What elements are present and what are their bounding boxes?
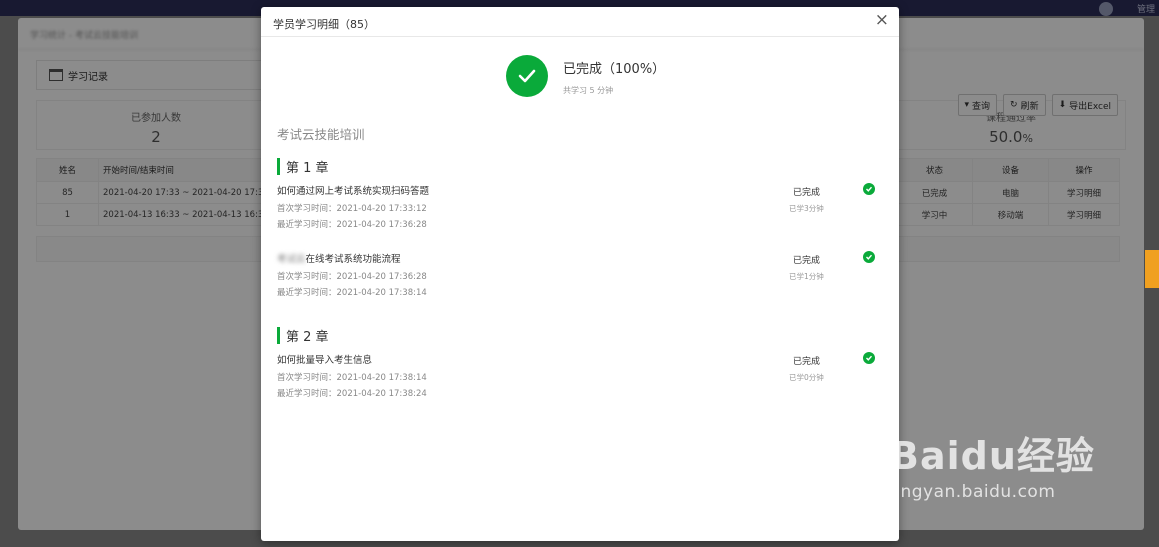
last-study-time: 最近学习时间：2021-04-20 17:36:28 (277, 220, 427, 230)
check-icon (863, 251, 875, 263)
first-study-time: 首次学习时间：2021-04-20 17:33:12 (277, 204, 427, 214)
last-study-time: 最近学习时间：2021-04-20 17:38:14 (277, 288, 427, 298)
lesson-status: 已完成 (793, 357, 821, 367)
watermark-site: jingyan.baidu.com (890, 482, 1056, 502)
lesson-status: 已完成 (793, 256, 821, 266)
lesson-item[interactable]: 如何批量导入考生信息 首次学习时间：2021-04-20 17:38:14 最近… (277, 352, 877, 399)
lesson-duration: 已学1分钟 (789, 272, 824, 281)
first-study-time: 首次学习时间：2021-04-20 17:36:28 (277, 272, 427, 282)
check-circle-icon (506, 55, 548, 97)
chapter-accent-bar (277, 327, 280, 344)
chapter-accent-bar (277, 158, 280, 175)
baidu-watermark: Baidu经验 jingyan.baidu.com (890, 425, 1095, 502)
watermark-brand: Baidu经验 (890, 434, 1095, 478)
lesson-status: 已完成 (793, 188, 821, 198)
course-title: 考试云技能培训 (277, 127, 365, 142)
total-time: 共学习 5 分钟 (563, 86, 614, 95)
lesson-title: 如何通过网上考试系统实现扫码答题 (277, 186, 430, 197)
completion-status: 已完成（100%） (563, 62, 666, 77)
check-icon (863, 183, 875, 195)
close-icon[interactable]: × (875, 12, 889, 29)
side-float-tab[interactable] (1145, 250, 1159, 288)
modal-title: 学员学习明细（85） (273, 18, 375, 31)
lesson-duration: 已学3分钟 (789, 204, 824, 213)
lesson-title: 如何批量导入考生信息 (277, 355, 373, 366)
chapter-heading: 第 1 章 (277, 157, 329, 176)
blurred-brand-text: 考试云 (277, 254, 306, 265)
last-study-time: 最近学习时间：2021-04-20 17:38:24 (277, 389, 427, 399)
lesson-item[interactable]: 考试云在线考试系统功能流程 首次学习时间：2021-04-20 17:36:28… (277, 251, 877, 298)
chapter-heading: 第 2 章 (277, 326, 329, 345)
lesson-title: 考试云在线考试系统功能流程 (277, 254, 401, 265)
modal-header: 学员学习明细（85） × (261, 7, 899, 37)
lesson-duration: 已学0分钟 (789, 373, 824, 382)
first-study-time: 首次学习时间：2021-04-20 17:38:14 (277, 373, 427, 383)
check-icon (863, 352, 875, 364)
learning-detail-modal: 学员学习明细（85） × 已完成（100%） 共学习 5 分钟 考试云技能培训 … (261, 7, 899, 541)
lesson-item[interactable]: 如何通过网上考试系统实现扫码答题 首次学习时间：2021-04-20 17:33… (277, 183, 877, 230)
completion-summary: 已完成（100%） 共学习 5 分钟 (506, 55, 665, 97)
